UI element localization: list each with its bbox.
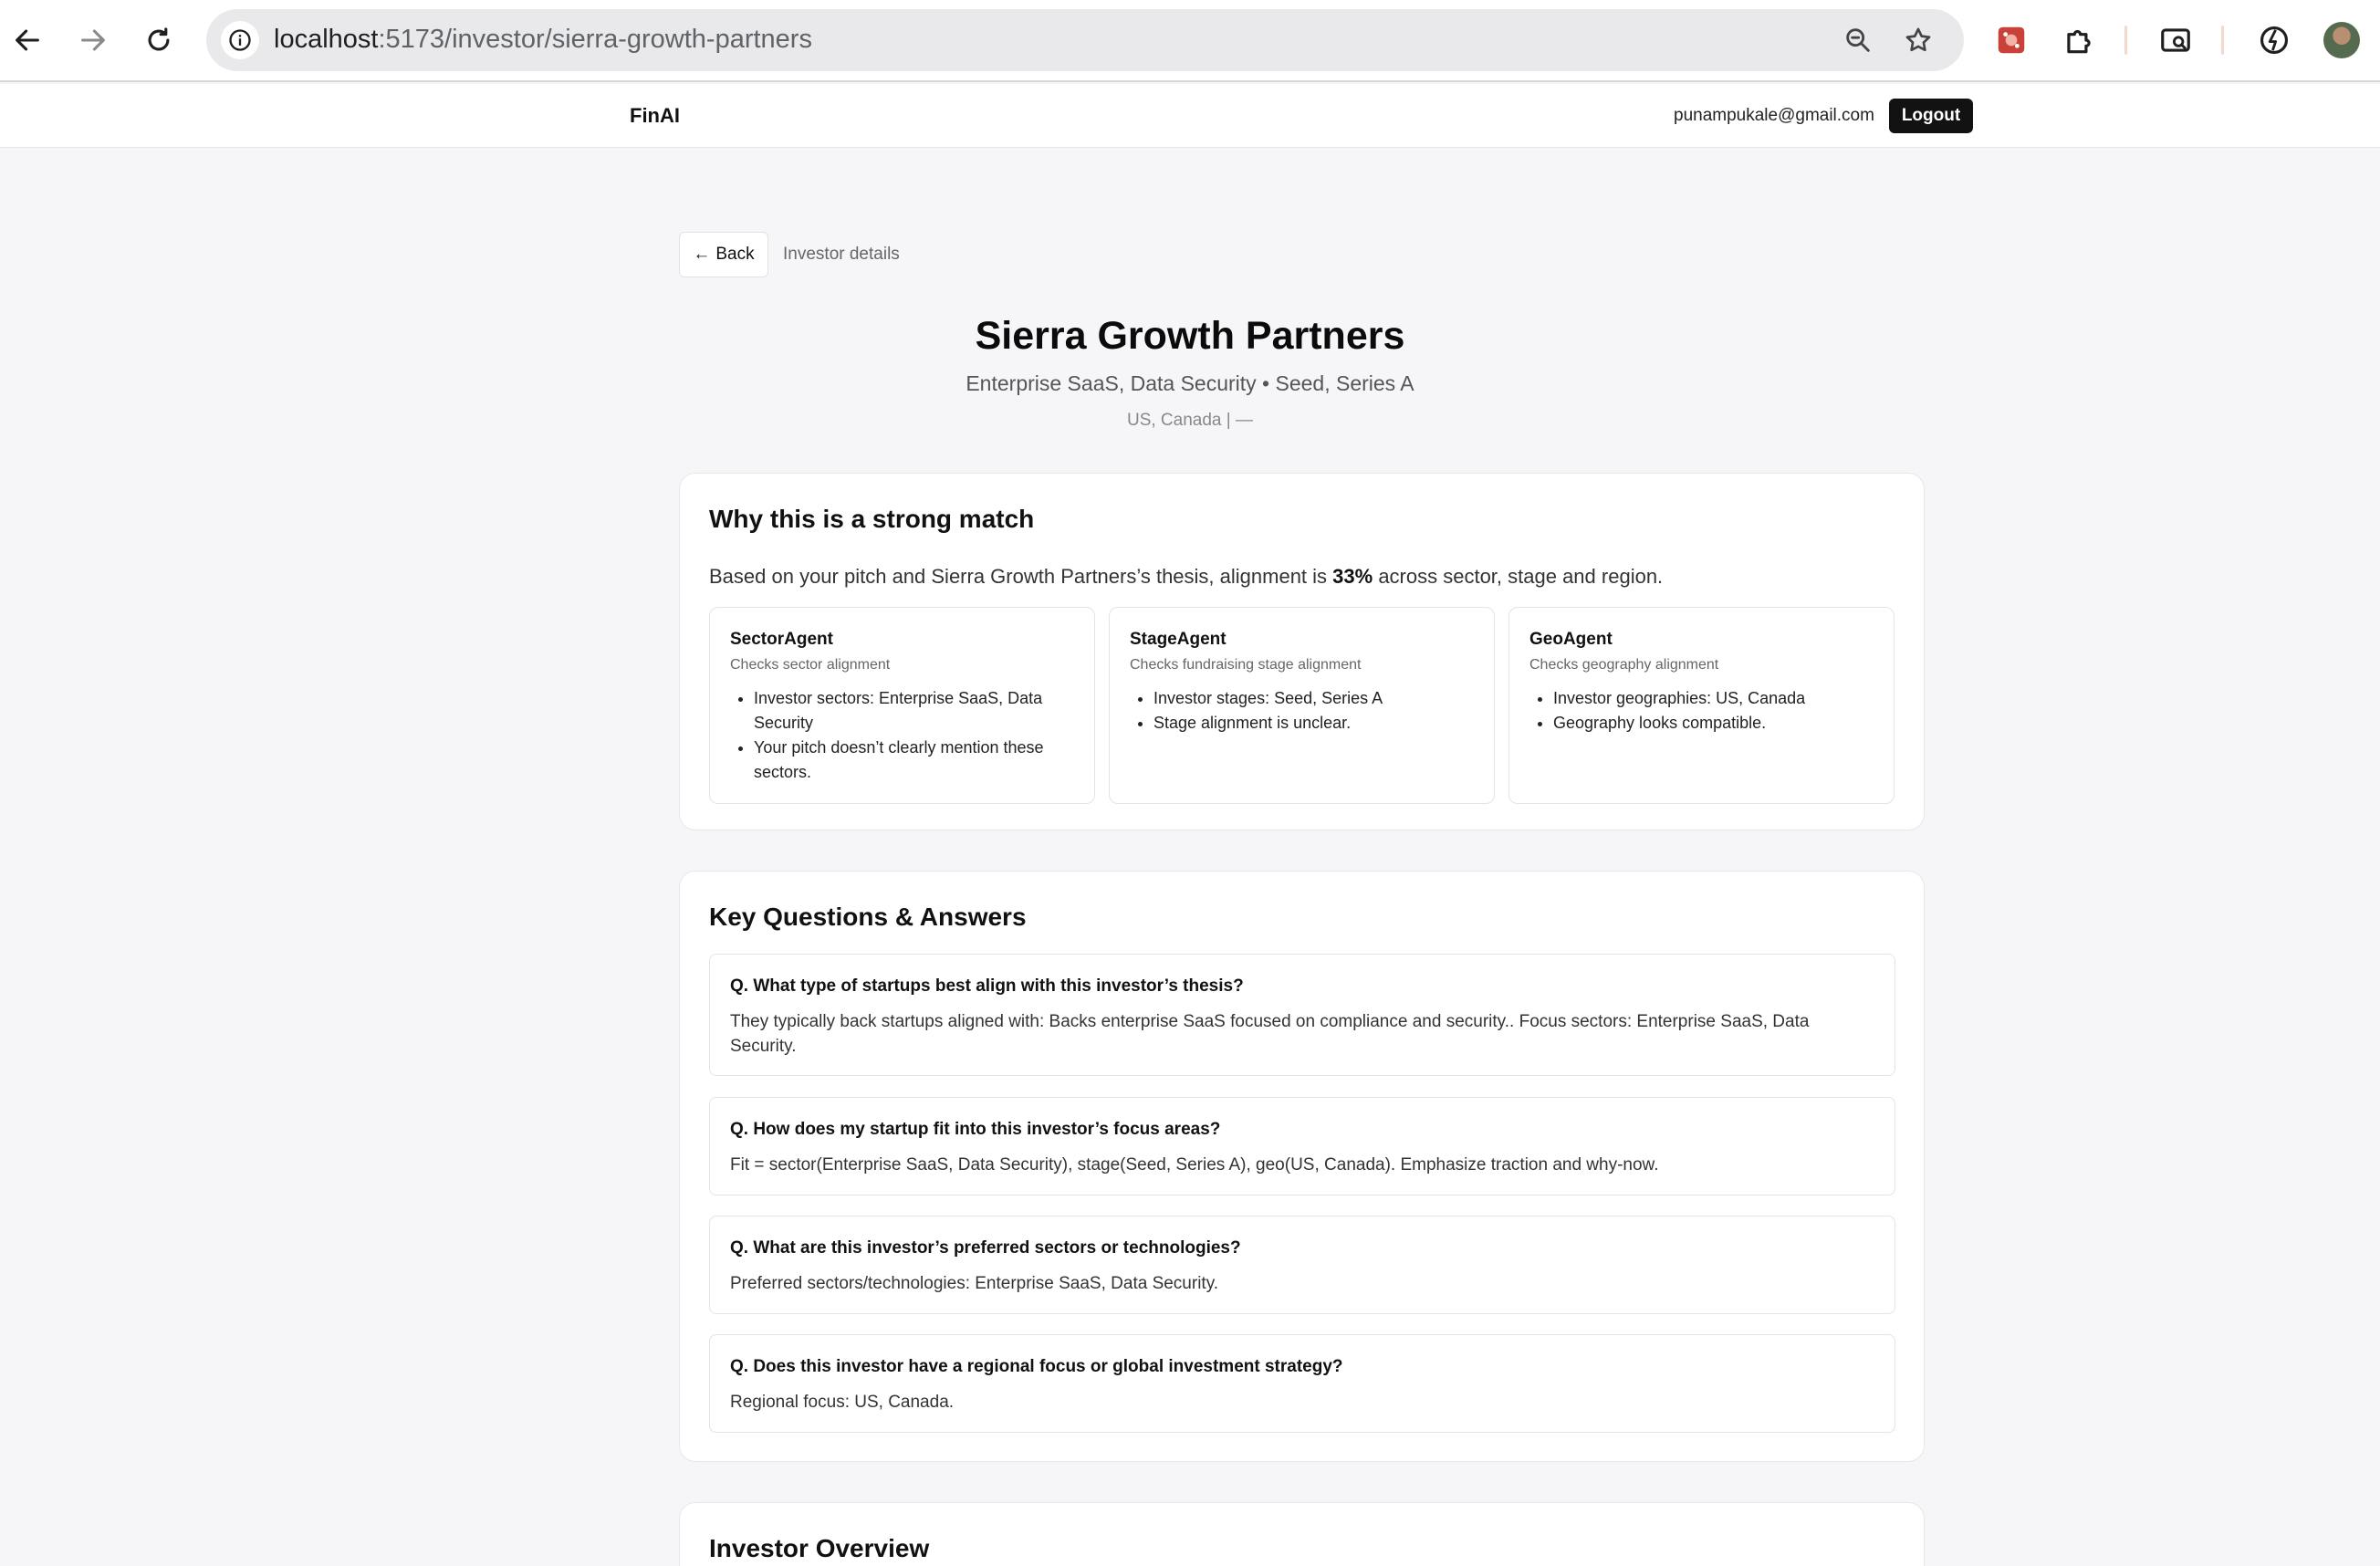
puzzle-icon[interactable] xyxy=(2059,20,2099,60)
arrow-left-icon: ← xyxy=(693,245,711,264)
url-path: :5173/investor/sierra-growth-partners xyxy=(378,25,812,54)
qa-item: Q. Does this investor have a regional fo… xyxy=(709,1334,1895,1433)
toolbar-divider xyxy=(2124,26,2127,55)
list-item: Investor sectors: Enterprise SaaS, Data … xyxy=(754,686,1082,736)
star-icon[interactable] xyxy=(1902,24,1935,57)
match-percent: 33% xyxy=(1332,565,1373,588)
qa-item: Q. How does my startup fit into this inv… xyxy=(709,1097,1895,1195)
url-host: localhost xyxy=(274,25,379,54)
qa-card: Key Questions & Answers Q. What type of … xyxy=(679,871,1925,1462)
qa-item: Q. What type of startups best align with… xyxy=(709,954,1895,1076)
profile-avatar[interactable] xyxy=(2323,22,2360,58)
agent-name: StageAgent xyxy=(1130,630,1227,649)
qa-title: Key Questions & Answers xyxy=(709,903,1027,931)
agent-points: Investor stages: Seed, Series A Stage al… xyxy=(1153,686,1482,736)
browser-back-button[interactable] xyxy=(5,18,49,62)
arrow-left-icon xyxy=(16,29,39,51)
list-item: Investor stages: Seed, Series A xyxy=(1153,686,1482,711)
logout-button[interactable]: Logout xyxy=(1889,99,1973,133)
back-button[interactable]: ← Back xyxy=(679,232,768,277)
sector-agent-card: SectorAgent Checks sector alignment Inve… xyxy=(709,607,1095,804)
breadcrumb: Investor details xyxy=(783,245,900,264)
page-title: Sierra Growth Partners xyxy=(975,314,1405,358)
qa-question: Q. What type of startups best align with… xyxy=(730,976,1244,996)
match-card: Why this is a strong match Based on your… xyxy=(679,473,1925,830)
toolbar-divider xyxy=(2221,26,2224,55)
qa-item: Q. What are this investor’s preferred se… xyxy=(709,1216,1895,1314)
user-email: punampukale@gmail.com xyxy=(1674,106,1874,125)
zoom-icon[interactable] xyxy=(1842,24,1874,57)
performance-icon[interactable] xyxy=(2254,20,2294,60)
browser-forward-button[interactable] xyxy=(71,18,115,62)
list-item: Geography looks compatible. xyxy=(1553,711,1882,736)
agent-name: SectorAgent xyxy=(730,630,833,649)
agent-name: GeoAgent xyxy=(1529,630,1613,649)
overview-card: Investor Overview xyxy=(679,1502,1925,1566)
agent-points: Investor geographies: US, Canada Geograp… xyxy=(1553,686,1882,736)
tab-search-icon[interactable] xyxy=(2156,20,2196,60)
match-text-after: across sector, stage and region. xyxy=(1373,565,1664,588)
address-bar[interactable]: localhost:5173/investor/sierra-growth-pa… xyxy=(206,9,1964,71)
extension-red-icon[interactable] xyxy=(1991,20,2031,60)
qa-question: Q. Does this investor have a regional fo… xyxy=(730,1357,1343,1376)
list-item: Investor geographies: US, Canada xyxy=(1553,686,1882,711)
list-item: Stage alignment is unclear. xyxy=(1153,711,1482,736)
investor-subtitle: Enterprise SaaS, Data Security • Seed, S… xyxy=(966,371,1414,395)
qa-question: Q. What are this investor’s preferred se… xyxy=(730,1238,1241,1258)
list-item: Your pitch doesn’t clearly mention these… xyxy=(754,736,1082,785)
arrow-right-icon xyxy=(81,29,105,51)
agent-description: Checks sector alignment xyxy=(730,657,891,673)
app-navbar: FinAI punampukale@gmail.com Logout xyxy=(0,84,2380,148)
browser-reload-button[interactable] xyxy=(137,18,181,62)
agent-description: Checks fundraising stage alignment xyxy=(1130,657,1362,673)
agent-points: Investor sectors: Enterprise SaaS, Data … xyxy=(754,686,1082,785)
qa-answer: Regional focus: US, Canada. xyxy=(730,1393,955,1412)
agent-description: Checks geography alignment xyxy=(1529,657,1719,673)
match-title: Why this is a strong match xyxy=(709,505,1035,533)
qa-answer: Preferred sectors/technologies: Enterpri… xyxy=(730,1274,1219,1293)
qa-answer: Fit = sector(Enterprise SaaS, Data Secur… xyxy=(730,1155,1659,1174)
brand-logo[interactable]: FinAI xyxy=(630,104,680,128)
site-info-icon[interactable] xyxy=(221,21,259,59)
geo-agent-card: GeoAgent Checks geography alignment Inve… xyxy=(1508,607,1895,804)
reload-icon xyxy=(148,27,170,51)
match-summary: Based on your pitch and Sierra Growth Pa… xyxy=(709,565,1663,589)
back-label: Back xyxy=(715,245,755,264)
browser-toolbar: localhost:5173/investor/sierra-growth-pa… xyxy=(0,0,2380,82)
qa-answer: They typically back startups aligned wit… xyxy=(730,1012,1810,1056)
stage-agent-card: StageAgent Checks fundraising stage alig… xyxy=(1109,607,1495,804)
address-url[interactable]: localhost:5173/investor/sierra-growth-pa… xyxy=(274,25,812,55)
qa-question: Q. How does my startup fit into this inv… xyxy=(730,1120,1221,1139)
match-text-before: Based on your pitch and Sierra Growth Pa… xyxy=(709,565,1333,588)
investor-location: US, Canada | — xyxy=(1126,411,1253,430)
overview-title: Investor Overview xyxy=(709,1534,930,1562)
